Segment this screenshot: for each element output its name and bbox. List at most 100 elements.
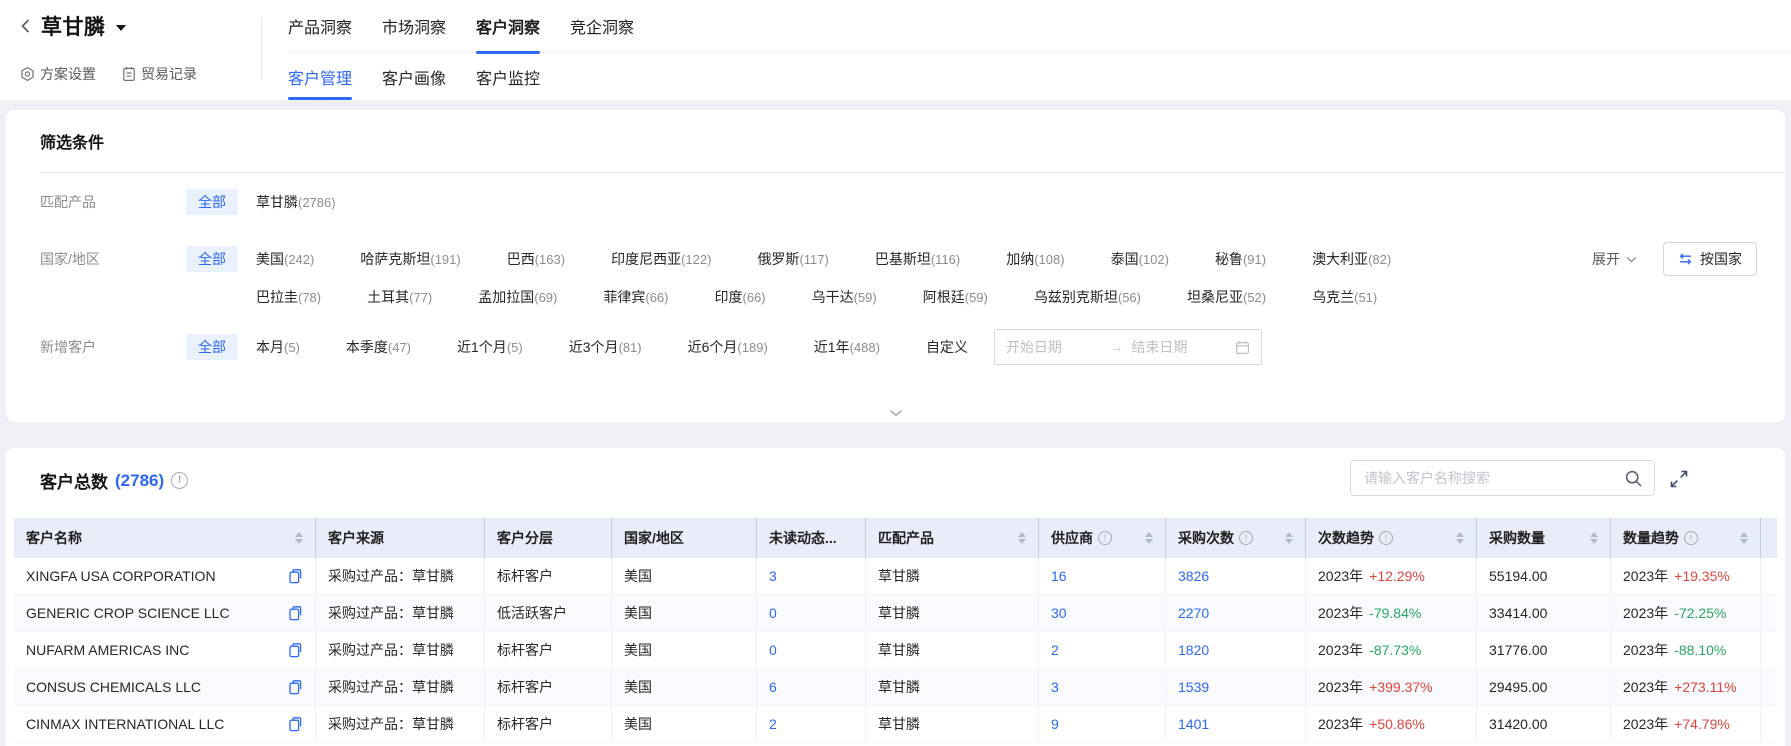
column-header[interactable]: 数量趋势 ! bbox=[1611, 518, 1761, 558]
column-header[interactable]: 客户分层 bbox=[485, 518, 612, 558]
filter-option[interactable]: 泰国(102) bbox=[1111, 246, 1169, 273]
filter-option[interactable]: 美国(242) bbox=[256, 246, 314, 273]
sub-tab[interactable]: 客户监控 bbox=[476, 53, 540, 100]
supplier-count[interactable]: 2 bbox=[1051, 642, 1059, 658]
copy-icon[interactable] bbox=[288, 642, 303, 658]
customer-name[interactable]: CONSUS CHEMICALS LLC bbox=[26, 679, 201, 695]
purchase-count[interactable]: 2270 bbox=[1178, 605, 1209, 621]
column-header[interactable]: 采购次数 ! bbox=[1166, 518, 1306, 558]
purchase-count[interactable]: 1539 bbox=[1178, 679, 1209, 695]
sort-icon[interactable] bbox=[1012, 532, 1026, 544]
filter-option[interactable]: 印度尼西亚(122) bbox=[611, 246, 711, 273]
by-country-button[interactable]: 按国家 bbox=[1663, 242, 1757, 276]
purchase-count[interactable]: 1820 bbox=[1178, 642, 1209, 658]
title-dropdown-caret-icon[interactable] bbox=[116, 25, 126, 31]
search-icon[interactable] bbox=[1624, 469, 1643, 488]
filter-option[interactable]: 土耳其(77) bbox=[367, 284, 432, 311]
sort-icon[interactable] bbox=[289, 532, 303, 544]
column-header[interactable]: 未读动态... bbox=[757, 518, 866, 558]
main-tab[interactable]: 竞企洞察 bbox=[570, 0, 634, 52]
sort-icon[interactable] bbox=[1279, 532, 1293, 544]
info-icon[interactable]: ! bbox=[1684, 531, 1698, 545]
collapse-filter-button[interactable] bbox=[869, 407, 923, 419]
filter-option[interactable]: 哈萨克斯坦(191) bbox=[360, 246, 460, 273]
column-header[interactable]: 次数趋势 ! bbox=[1306, 518, 1477, 558]
end-date-input[interactable]: 结束日期 bbox=[1131, 337, 1227, 357]
filter-option[interactable]: 秘鲁(91) bbox=[1215, 246, 1266, 273]
date-range-picker[interactable]: 开始日期 → 结束日期 bbox=[994, 329, 1262, 365]
column-header[interactable]: 客户来源 bbox=[316, 518, 485, 558]
copy-icon[interactable] bbox=[288, 605, 303, 621]
unread-count[interactable]: 6 bbox=[769, 679, 777, 695]
custom-range-link[interactable]: 自定义 bbox=[926, 337, 968, 357]
unread-count[interactable]: 0 bbox=[769, 605, 777, 621]
supplier-count[interactable]: 16 bbox=[1051, 568, 1067, 584]
filter-option[interactable]: 近3个月(81) bbox=[569, 334, 642, 361]
filter-option[interactable]: 草甘膦(2786) bbox=[256, 189, 336, 216]
purchase-count[interactable]: 1401 bbox=[1178, 716, 1209, 732]
expand-toggle[interactable]: 展开 bbox=[1592, 249, 1637, 269]
info-icon[interactable]: ! bbox=[1239, 531, 1253, 545]
unread-count[interactable]: 3 bbox=[769, 568, 777, 584]
supplier-count[interactable]: 3 bbox=[1051, 679, 1059, 695]
copy-icon[interactable] bbox=[288, 716, 303, 732]
filter-option[interactable]: 本季度(47) bbox=[346, 334, 411, 361]
column-header[interactable]: 匹配产品 bbox=[866, 518, 1039, 558]
customer-name[interactable]: XINGFA USA CORPORATION bbox=[26, 568, 216, 584]
column-header[interactable]: 采购数量 bbox=[1477, 518, 1611, 558]
filter-option[interactable]: 乌干达(59) bbox=[812, 284, 877, 311]
supplier-count[interactable]: 9 bbox=[1051, 716, 1059, 732]
filter-option[interactable]: 巴拉圭(78) bbox=[256, 284, 321, 311]
main-tab[interactable]: 市场洞察 bbox=[382, 0, 446, 52]
column-header[interactable]: 国家/地区 bbox=[612, 518, 757, 558]
filter-option[interactable]: 菲律宾(66) bbox=[603, 284, 668, 311]
info-icon[interactable]: ! bbox=[1379, 531, 1393, 545]
trade-records-button[interactable]: 贸易记录 bbox=[122, 64, 197, 84]
product-all-chip[interactable]: 全部 bbox=[186, 189, 238, 215]
start-date-input[interactable]: 开始日期 bbox=[1006, 337, 1102, 357]
copy-icon[interactable] bbox=[288, 679, 303, 695]
filter-option[interactable]: 乌克兰(51) bbox=[1312, 284, 1377, 311]
unread-count[interactable]: 2 bbox=[769, 716, 777, 732]
main-tab[interactable]: 产品洞察 bbox=[288, 0, 352, 52]
filter-option[interactable]: 近6个月(189) bbox=[688, 334, 768, 361]
sort-icon[interactable] bbox=[1584, 532, 1598, 544]
column-header[interactable] bbox=[1761, 518, 1777, 558]
info-icon[interactable]: ! bbox=[1098, 531, 1112, 545]
customer-name[interactable]: GENERIC CROP SCIENCE LLC bbox=[26, 605, 230, 621]
filter-option[interactable]: 孟加拉国(69) bbox=[478, 284, 557, 311]
column-header[interactable]: 供应商 ! bbox=[1039, 518, 1166, 558]
sort-icon[interactable] bbox=[1450, 532, 1464, 544]
supplier-count[interactable]: 30 bbox=[1051, 605, 1067, 621]
info-icon[interactable]: ! bbox=[171, 472, 188, 489]
filter-option[interactable]: 巴西(163) bbox=[507, 246, 565, 273]
purchase-count[interactable]: 3826 bbox=[1178, 568, 1209, 584]
filter-option[interactable]: 澳大利亚(82) bbox=[1312, 246, 1391, 273]
column-header[interactable]: 客户名称 bbox=[14, 518, 316, 558]
filter-option[interactable]: 加纳(108) bbox=[1006, 246, 1064, 273]
copy-icon[interactable] bbox=[288, 568, 303, 584]
sub-tab[interactable]: 客户管理 bbox=[288, 53, 352, 100]
sort-icon[interactable] bbox=[1734, 532, 1748, 544]
customer-name[interactable]: CINMAX INTERNATIONAL LLC bbox=[26, 716, 224, 732]
customer-name[interactable]: NUFARM AMERICAS INC bbox=[26, 642, 189, 658]
back-icon[interactable] bbox=[20, 18, 31, 34]
filter-option[interactable]: 本月(5) bbox=[256, 334, 300, 361]
new-customer-all-chip[interactable]: 全部 bbox=[186, 334, 238, 360]
country-all-chip[interactable]: 全部 bbox=[186, 246, 238, 272]
unread-count[interactable]: 0 bbox=[769, 642, 777, 658]
filter-option[interactable]: 印度(66) bbox=[715, 284, 766, 311]
filter-option[interactable]: 近1个月(5) bbox=[457, 334, 523, 361]
sort-icon[interactable] bbox=[1139, 532, 1153, 544]
filter-option[interactable]: 俄罗斯(117) bbox=[757, 246, 828, 273]
filter-option[interactable]: 巴基斯坦(116) bbox=[875, 246, 960, 273]
fullscreen-icon[interactable] bbox=[1668, 468, 1690, 490]
main-tab[interactable]: 客户洞察 bbox=[476, 0, 540, 52]
filter-option[interactable]: 阿根廷(59) bbox=[923, 284, 988, 311]
filter-option[interactable]: 乌兹别克斯坦(56) bbox=[1034, 284, 1141, 311]
sort-icon[interactable] bbox=[1773, 532, 1777, 544]
sub-tab[interactable]: 客户画像 bbox=[382, 53, 446, 100]
filter-option[interactable]: 坦桑尼亚(52) bbox=[1187, 284, 1266, 311]
page-title[interactable]: 草甘膦 bbox=[41, 11, 106, 41]
scheme-settings-button[interactable]: 方案设置 bbox=[20, 64, 96, 84]
